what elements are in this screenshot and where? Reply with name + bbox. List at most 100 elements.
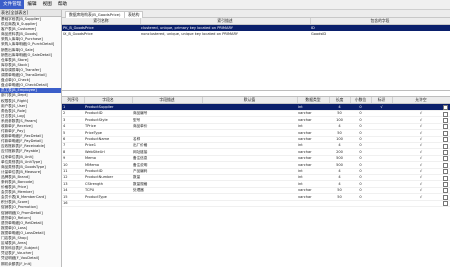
column-cell-type: varchar [297, 136, 330, 142]
column-cell-type: varchar [297, 155, 330, 161]
index-row[interactable]: IX_B_GoodsPricenonclustered, unique, uni… [62, 31, 450, 37]
column-cell-dec: 0 [350, 130, 371, 136]
column-cell-name: ProductType [84, 194, 133, 200]
column-cell-name: TPrice [84, 123, 133, 129]
column-cell-dec [350, 200, 371, 206]
column-grid-column-header[interactable]: 数据类型 [297, 97, 330, 103]
column-cell-len: 50 [329, 187, 350, 193]
column-cell-type: varchar [297, 117, 330, 123]
menu-item[interactable]: 文件管理 [0, 0, 24, 9]
column-cell-default [202, 117, 298, 123]
column-cell-null [392, 200, 450, 206]
menu-item[interactable]: 编辑 [24, 0, 39, 9]
column-cell-null: √ [392, 187, 450, 193]
row-checkbox[interactable] [443, 201, 448, 206]
column-cell-desc [132, 130, 203, 136]
column-cell-default [202, 110, 298, 116]
column-cell-desc [132, 200, 203, 206]
index-column-header[interactable]: 包含的字段 [310, 18, 450, 24]
column-cell-type: varchar [297, 130, 330, 136]
column-grid-column-header[interactable]: 默认值 [202, 97, 298, 103]
column-cell-type: int [297, 123, 330, 129]
column-cell-default [202, 155, 298, 161]
column-cell-len: 50 [329, 130, 350, 136]
column-cell-no: 11 [62, 168, 85, 174]
table-list-item[interactable]: 采购入库单明细[O_PurchDetail] [0, 42, 61, 47]
column-grid-column-header[interactable]: 小数位 [350, 97, 372, 103]
index-cell-fields: GoodsID [310, 31, 450, 37]
column-cell-name: MMemo [84, 162, 133, 168]
column-cell-null: √ [392, 142, 450, 148]
column-cell-default [202, 149, 298, 155]
menu-item[interactable]: 视图 [40, 0, 55, 9]
column-cell-dec: 0 [350, 187, 371, 193]
column-cell-id [371, 200, 392, 206]
index-column-header[interactable]: 索引名称 [62, 18, 141, 24]
column-cell-dec: 0 [350, 136, 371, 142]
column-cell-id [371, 187, 392, 193]
index-column-header[interactable]: 索引描述 [140, 18, 311, 24]
column-cell-no: 7 [62, 142, 85, 148]
column-grid-column-header[interactable]: 列序号 [62, 97, 85, 103]
tab-0[interactable]: 数据库结构表(B_GoodsPrice) [65, 11, 125, 18]
column-cell-id [371, 155, 392, 161]
column-grid-column-header[interactable]: 字段描述 [132, 97, 203, 103]
column-cell-desc: 产品编码 [132, 168, 203, 174]
column-cell-default [202, 174, 298, 180]
column-cell-default [202, 162, 298, 168]
column-cell-default [202, 136, 298, 142]
column-cell-name: ProductID [84, 168, 133, 174]
table-list-item[interactable]: 销售出库单明细[O_SaleDetail] [0, 53, 61, 58]
column-cell-len: 4 [329, 168, 350, 174]
column-cell-name: ProductName [84, 136, 133, 142]
column-cell-name: Memo [84, 155, 133, 161]
column-cell-dec: 0 [350, 162, 371, 168]
column-grid-column-header[interactable]: 长度 [329, 97, 351, 103]
column-cell-no: 8 [62, 149, 85, 155]
column-cell-desc [132, 104, 203, 110]
column-cell-default [202, 200, 298, 206]
column-cell-desc: 商品单价 [132, 123, 203, 129]
column-cell-desc [132, 194, 203, 200]
column-cell-default [202, 104, 298, 110]
column-row[interactable]: 16 [62, 200, 450, 207]
column-cell-dec: 0 [350, 194, 371, 200]
column-grid: 列序号字段名字段描述默认值数据类型长度小数位标识允许空1ProductSuppl… [62, 96, 450, 268]
column-cell-id [371, 110, 392, 116]
tab-1[interactable]: 表结构 [124, 11, 143, 18]
column-cell-type: varchar [297, 149, 330, 155]
column-cell-desc: 出厂价格 [132, 142, 203, 148]
column-cell-id [371, 123, 392, 129]
column-grid-header: 列序号字段名字段描述默认值数据类型长度小数位标识允许空 [62, 97, 450, 104]
column-cell-desc: 型号 [132, 117, 203, 123]
menu-item[interactable]: 帮助 [55, 0, 70, 9]
column-cell-no: 10 [62, 162, 85, 168]
column-cell-len: 500 [329, 155, 350, 161]
column-cell-type: int [297, 142, 330, 148]
column-cell-len: 4 [329, 104, 350, 110]
column-cell-len: 200 [329, 149, 350, 155]
column-cell-null: √ [392, 162, 450, 168]
column-cell-no: 13 [62, 181, 85, 187]
column-cell-dec: 0 [350, 110, 371, 116]
column-cell-default [202, 142, 298, 148]
column-cell-dec: 0 [350, 104, 371, 110]
column-grid-column-header[interactable]: 允许空 [392, 97, 450, 103]
column-cell-null: √ [392, 136, 450, 142]
column-cell-null [392, 104, 450, 110]
index-grid-header: 索引名称索引描述包含的字段 [62, 18, 450, 25]
column-cell-id: √ [371, 104, 392, 110]
index-grid: 索引名称索引描述包含的字段PK_B_GoodsPriceclustered, u… [62, 18, 450, 91]
column-cell-len [329, 200, 350, 206]
column-cell-default [202, 187, 298, 193]
column-cell-no: 4 [62, 123, 85, 129]
column-cell-no: 12 [62, 174, 85, 180]
index-cell-name: IX_B_GoodsPrice [62, 31, 141, 37]
column-cell-name: ProductID [84, 110, 133, 116]
column-grid-column-header[interactable]: 字段名 [84, 97, 133, 103]
column-grid-column-header[interactable]: 标识 [371, 97, 393, 103]
column-cell-id [371, 117, 392, 123]
column-cell-dec: 0 [350, 168, 371, 174]
column-cell-desc: 数量规格 [132, 181, 203, 187]
column-cell-len: 50 [329, 194, 350, 200]
